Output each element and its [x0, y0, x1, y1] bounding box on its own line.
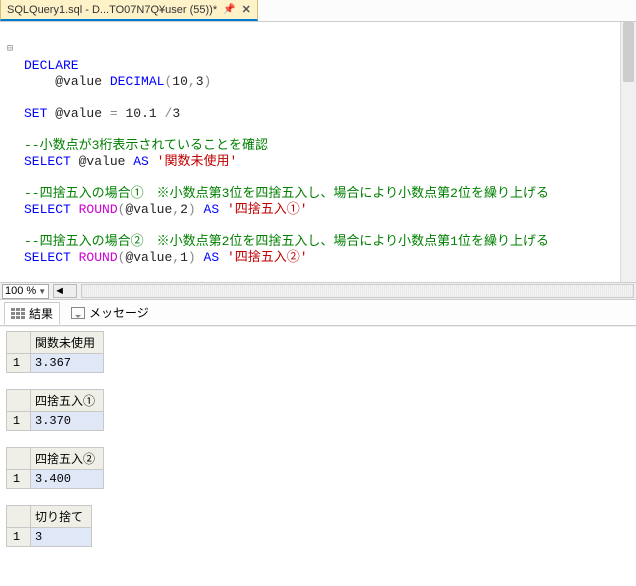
- row-header-blank: [7, 506, 31, 528]
- code-token: DECIMAL: [110, 74, 165, 89]
- scrollbar-thumb[interactable]: [623, 22, 634, 82]
- code-token: @value: [79, 154, 126, 169]
- code-token: AS: [204, 250, 220, 265]
- code-token: @value: [55, 106, 102, 121]
- code-token: SET: [24, 106, 47, 121]
- code-token: 10: [172, 74, 188, 89]
- code-token: @value: [125, 250, 172, 265]
- code-token: ROUND: [79, 250, 118, 265]
- column-header[interactable]: 四捨五入①: [31, 390, 104, 412]
- messages-tab[interactable]: メッセージ: [64, 301, 156, 324]
- cell-value[interactable]: 3.367: [31, 354, 104, 373]
- row-header-blank: [7, 390, 31, 412]
- message-icon: [71, 307, 85, 319]
- code-comment: --四捨五入の場合① ※小数点第3位を四捨五入し、場合により小数点第2位を繰り上…: [24, 186, 549, 201]
- file-tab[interactable]: SQLQuery1.sql - D...TO07N7Q¥user (55))* …: [0, 0, 258, 21]
- result-block: 四捨五入① 13.370: [6, 389, 630, 431]
- fold-icon[interactable]: ⊟: [7, 44, 13, 55]
- code-token: ,: [172, 202, 180, 217]
- results-tab-label: 結果: [29, 305, 53, 322]
- result-grid[interactable]: 四捨五入① 13.370: [6, 389, 104, 431]
- results-tab-bar: 結果 メッセージ: [0, 300, 636, 326]
- code-string: '四捨五入①': [227, 202, 308, 217]
- row-number[interactable]: 1: [7, 412, 31, 431]
- code-comment: --小数点が3桁表示されていることを確認: [24, 138, 268, 153]
- zoom-value: 100 %: [5, 285, 36, 297]
- result-block: 四捨五入② 13.400: [6, 447, 630, 489]
- chevron-down-icon: ▼: [38, 287, 46, 296]
- cell-value[interactable]: 3.370: [31, 412, 104, 431]
- grid-icon: [11, 308, 25, 320]
- pin-icon[interactable]: 📌: [223, 4, 235, 15]
- tab-bar: SQLQuery1.sql - D...TO07N7Q¥user (55))* …: [0, 0, 636, 22]
- code-token: AS: [133, 154, 149, 169]
- zoom-bar: 100 % ▼ ◄: [0, 282, 636, 300]
- code-token: ROUND: [79, 202, 118, 217]
- code-token: 10.1: [125, 106, 156, 121]
- code-token: SELECT: [24, 154, 71, 169]
- zoom-dropdown[interactable]: 100 % ▼: [2, 284, 49, 299]
- editor-scrollbar[interactable]: [620, 22, 636, 282]
- result-block: 関数未使用 13.367: [6, 331, 630, 373]
- result-grid[interactable]: 四捨五入② 13.400: [6, 447, 104, 489]
- code-token: SELECT: [24, 202, 71, 217]
- code-token: DECLARE: [24, 58, 79, 73]
- fold-gutter: ⊟: [0, 26, 20, 58]
- code-token: @value: [125, 202, 172, 217]
- result-grid[interactable]: 切り捨て 13: [6, 505, 92, 547]
- code-token: 2: [180, 202, 188, 217]
- code-token: =: [110, 106, 118, 121]
- result-grid[interactable]: 関数未使用 13.367: [6, 331, 104, 373]
- code-token: 1: [180, 250, 188, 265]
- code-token: ): [188, 250, 196, 265]
- code-token: 3: [196, 74, 204, 89]
- column-header[interactable]: 四捨五入②: [31, 448, 104, 470]
- code-token: @value: [55, 74, 102, 89]
- scroll-left-button[interactable]: ◄: [53, 284, 77, 298]
- row-header-blank: [7, 332, 31, 354]
- close-icon[interactable]: ✕: [242, 3, 251, 16]
- row-number[interactable]: 1: [7, 470, 31, 489]
- code-token: SELECT: [24, 250, 71, 265]
- cell-value[interactable]: 3: [31, 528, 92, 547]
- code-token: ,: [188, 74, 196, 89]
- code-token: ): [204, 74, 212, 89]
- code-comment: --四捨五入の場合② ※小数点第2位を四捨五入し、場合により小数点第1位を繰り上…: [24, 234, 549, 249]
- results-area[interactable]: 関数未使用 13.367 四捨五入① 13.370 四捨五入② 13.400 切…: [0, 326, 636, 574]
- row-header-blank: [7, 448, 31, 470]
- code-token: ,: [172, 250, 180, 265]
- messages-tab-label: メッセージ: [89, 304, 149, 321]
- cell-value[interactable]: 3.400: [31, 470, 104, 489]
- row-number[interactable]: 1: [7, 528, 31, 547]
- horizontal-scrollbar[interactable]: [81, 284, 634, 298]
- column-header[interactable]: 切り捨て: [31, 506, 92, 528]
- code-string: '関数未使用': [157, 154, 238, 169]
- code-string: '四捨五入②': [227, 250, 308, 265]
- code-token: 3: [172, 106, 180, 121]
- code-token: AS: [204, 202, 220, 217]
- sql-editor[interactable]: ⊟ DECLARE @value DECIMAL(10,3) SET @valu…: [0, 22, 636, 282]
- column-header[interactable]: 関数未使用: [31, 332, 104, 354]
- code-token: ): [188, 202, 196, 217]
- result-block: 切り捨て 13: [6, 505, 630, 547]
- file-tab-title: SQLQuery1.sql - D...TO07N7Q¥user (55))*: [7, 4, 217, 16]
- results-tab[interactable]: 結果: [4, 302, 60, 325]
- row-number[interactable]: 1: [7, 354, 31, 373]
